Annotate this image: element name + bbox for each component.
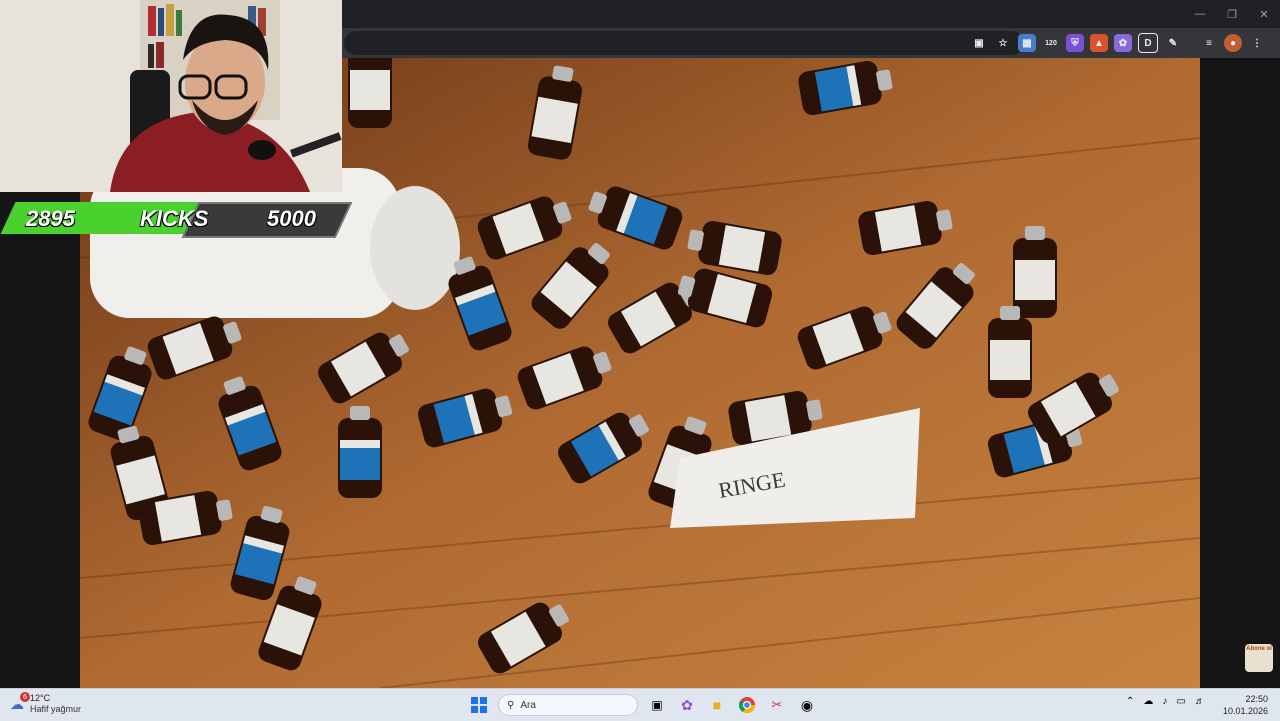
profile-avatar[interactable]: ● [1224, 34, 1242, 52]
install-app-icon[interactable]: ▣ [970, 34, 988, 52]
obs-icon: ◉ [800, 696, 814, 713]
copilot-icon: ✿ [681, 696, 693, 713]
abone-ol-logo: Abone ol [1245, 644, 1273, 672]
windows-taskbar: ☁ 12°C Hafif yağmur 6 ⚲ Ara ▣ ✿ ■ ✂ ◉ ⌃ … [0, 688, 1280, 721]
windows-logo-icon [471, 697, 487, 713]
volume-icon[interactable]: ♬ [1195, 696, 1205, 707]
counter-icon[interactable]: 120 [1042, 34, 1060, 52]
display-icon[interactable]: ▭ [1176, 696, 1185, 707]
kicks-current: 2895 [26, 206, 75, 231]
weather-temperature: 12°C [30, 693, 51, 703]
taskbar-search[interactable]: ⚲ Ara [498, 694, 638, 716]
chevron-up-icon[interactable]: ⌃ [1126, 696, 1134, 707]
search-placeholder: Ara [520, 699, 536, 711]
puzzle-icon[interactable]: ✎ [1164, 34, 1182, 52]
task-view-icon: ▣ [651, 698, 663, 712]
weather-description: Hafif yağmur [30, 704, 82, 714]
folder-icon: ■ [712, 697, 722, 713]
notification-badge: 6 [20, 692, 30, 702]
translate-icon[interactable]: ▦ [1018, 34, 1036, 52]
snipping-icon: ✂ [771, 697, 783, 712]
d-icon[interactable]: D [1138, 33, 1158, 53]
fox-icon[interactable]: ▲ [1090, 34, 1108, 52]
webcam-overlay [0, 0, 342, 192]
kicks-label: KICKS [140, 206, 209, 231]
kicks-goal: 5000 [267, 206, 316, 231]
chrome-icon [739, 697, 755, 713]
chrome-button[interactable] [736, 694, 758, 716]
minimize-button[interactable]: — [1184, 0, 1216, 28]
obs-button[interactable]: ◉ [796, 694, 818, 716]
restore-button[interactable]: ❐ [1216, 0, 1248, 28]
menu-icon[interactable]: ⋮ [1248, 34, 1266, 52]
search-icon: ⚲ [507, 699, 515, 711]
task-view-button[interactable]: ▣ [646, 694, 668, 716]
shield-icon[interactable]: ⛨ [1066, 34, 1084, 52]
toolbar-icons: ▣ ☆ ▦ 120 ⛨ ▲ ✿ D ✎ ≡ ● ⋮ [970, 33, 1266, 53]
media-icon[interactable]: ≡ [1200, 34, 1218, 52]
clock-time: 22:50 [1245, 694, 1268, 704]
taskbar-clock[interactable]: 22:50 10.01.2026 [1223, 693, 1268, 717]
bookmark-star-icon[interactable]: ☆ [994, 34, 1012, 52]
abone-ol-text: Abone ol [1246, 646, 1272, 652]
address-bar[interactable] [344, 31, 1024, 55]
microphone-icon[interactable]: ♪ [1162, 696, 1167, 707]
kicks-goal-bar: 2895 KICKS 5000 [0, 202, 353, 238]
clock-date: 10.01.2026 [1222, 706, 1268, 716]
window-controls: — ❐ ✕ [1184, 0, 1280, 28]
extension-icon[interactable]: ✿ [1114, 34, 1132, 52]
onedrive-icon[interactable]: ☁ [1143, 696, 1153, 707]
start-button[interactable] [468, 694, 490, 716]
file-explorer-button[interactable]: ■ [706, 694, 728, 716]
close-button[interactable]: ✕ [1248, 0, 1280, 28]
system-tray: ⌃ ☁ ♪ ▭ ♬ [1126, 696, 1205, 707]
copilot-button[interactable]: ✿ [676, 694, 698, 716]
streamer-webcam-image [0, 0, 342, 192]
taskbar-apps: ⚲ Ara ▣ ✿ ■ ✂ ◉ [468, 692, 818, 718]
snipping-tool-button[interactable]: ✂ [766, 694, 788, 716]
